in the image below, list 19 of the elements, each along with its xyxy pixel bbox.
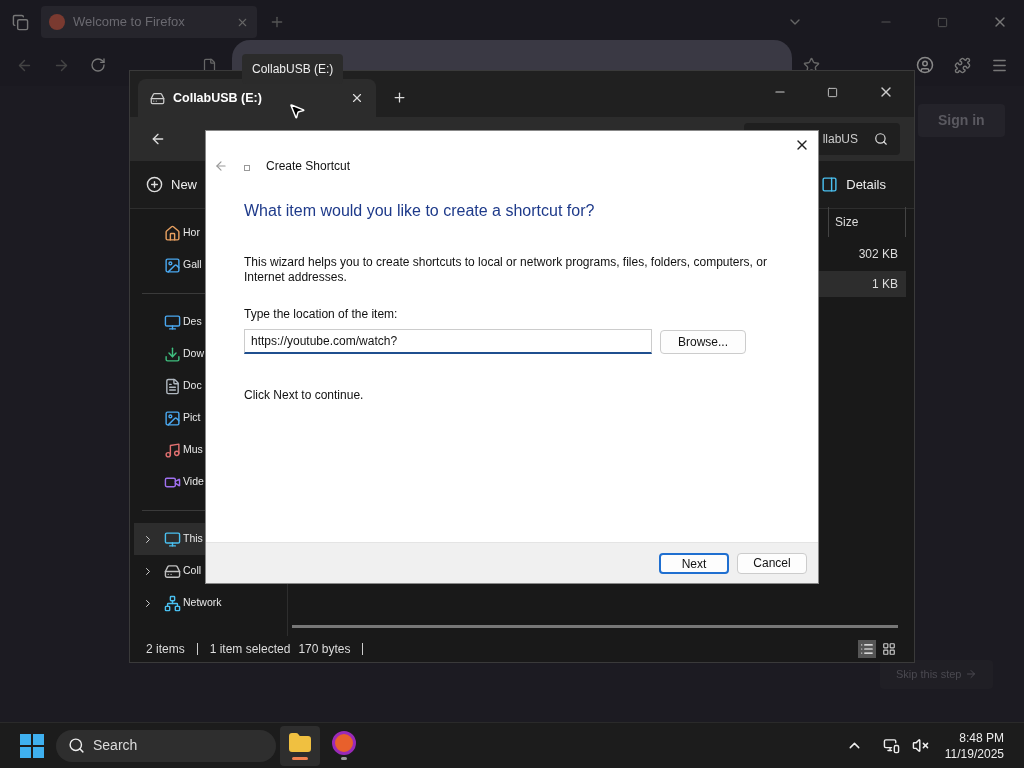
sidebar-label: Des	[183, 314, 202, 330]
sidebar-label: This	[183, 531, 203, 547]
field-label: Type the location of the item:	[244, 306, 399, 323]
hint-text: Click Next to continue.	[244, 387, 365, 404]
sidebar-label: Hor	[183, 225, 200, 241]
description-text: This wizard helps you to create shortcuts to local or network programs, files, folders, computers, or Internet addresses.	[244, 255, 768, 285]
sidebar-label: Doc	[183, 378, 202, 394]
dialog-title: Create Shortcut	[266, 158, 351, 175]
sidebar-label: Gall	[183, 257, 202, 273]
status-text: 1 item selected	[209, 641, 291, 658]
wizard-heading: What item would you like to create a shortcut for?	[244, 201, 596, 221]
status-text: 2 items	[146, 641, 185, 658]
sidebar-label: Vide	[183, 474, 204, 490]
sidebar-label: Mus	[183, 442, 203, 458]
sidebar-label: Dow	[183, 346, 204, 362]
sidebar-label: Coll	[183, 563, 202, 579]
sidebar-label: Pict	[183, 410, 201, 426]
sidebar-label: Network	[183, 595, 222, 611]
status-text: 170 bytes	[298, 641, 351, 658]
